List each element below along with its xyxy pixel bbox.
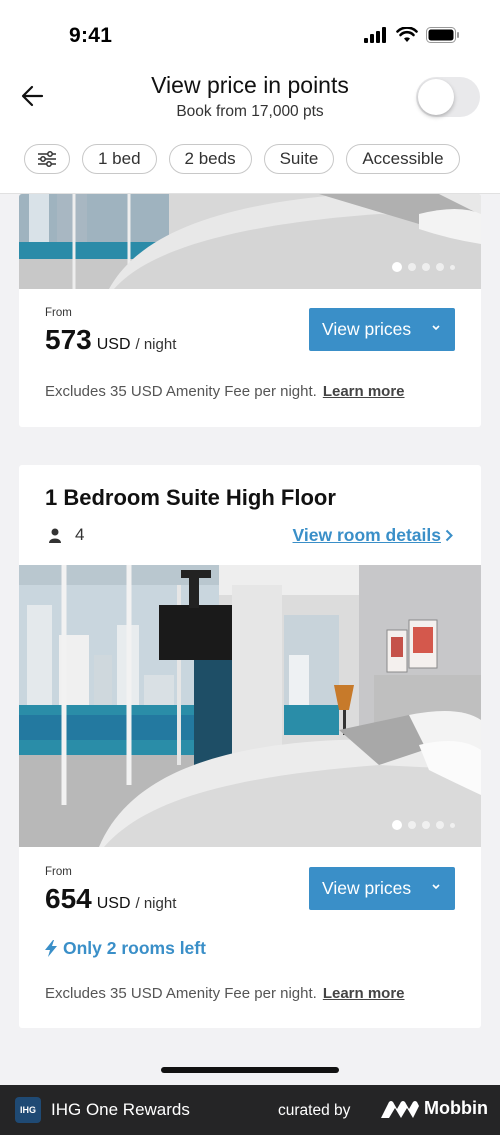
amenity-fee: Excludes 35 USD Amenity Fee per night. Le… (45, 383, 405, 400)
room-card-2: 1 Bedroom Suite High Floor 4 View room d… (19, 465, 481, 1028)
learn-more-link[interactable]: Learn more (323, 383, 405, 400)
status-bar: 9:41 (0, 0, 500, 70)
room-card-1: From 573 USD / night View prices Exclude… (19, 194, 481, 427)
learn-more-link[interactable]: Learn more (323, 985, 405, 1002)
view-prices-button[interactable]: View prices (309, 308, 455, 351)
guest-capacity: 4 (49, 525, 84, 545)
mobbin-brand: Mobbin (381, 1098, 488, 1119)
status-time: 9:41 (69, 24, 113, 47)
price-currency: USD (96, 336, 131, 353)
curated-by-label: curated by (278, 1102, 351, 1119)
room-photo[interactable] (19, 194, 481, 289)
wifi-icon (396, 27, 418, 42)
toggle-knob (418, 79, 454, 115)
chevron-down-icon (432, 884, 440, 890)
filter-button[interactable] (24, 144, 70, 174)
chevron-down-icon (432, 325, 440, 331)
person-icon (49, 528, 61, 543)
mobbin-logo-icon (381, 1100, 420, 1118)
sliders-icon (38, 151, 56, 167)
carousel-dots (392, 262, 455, 272)
guest-count: 4 (75, 525, 85, 544)
ihg-logo: IHG (15, 1097, 41, 1123)
footer-banner: IHG IHG One Rewards curated by Mobbin (0, 1085, 500, 1135)
view-room-details-label: View room details (292, 525, 441, 545)
cellular-signal-icon (364, 27, 386, 43)
from-label: From (45, 866, 72, 878)
status-icons (364, 27, 460, 43)
price-unit: / night (135, 336, 177, 353)
room-photo[interactable] (19, 565, 481, 847)
chevron-right-icon (445, 529, 453, 542)
room-title: 1 Bedroom Suite High Floor (45, 485, 336, 510)
from-label: From (45, 307, 72, 319)
price-unit: / night (135, 895, 177, 912)
availability-text: Only 2 rooms left (63, 938, 206, 958)
header: View price in points Book from 17,000 pt… (0, 70, 500, 194)
mobbin-text: Mobbin (424, 1098, 488, 1118)
amenity-fee-text: Excludes 35 USD Amenity Fee per night. (45, 985, 317, 1002)
chip-suite[interactable]: Suite (263, 144, 335, 174)
view-prices-label: View prices (322, 878, 412, 898)
points-toggle[interactable] (416, 77, 480, 117)
price-amount: 654 (45, 883, 92, 914)
amenity-fee: Excludes 35 USD Amenity Fee per night. Le… (45, 985, 405, 1002)
brand-name: IHG One Rewards (51, 1100, 190, 1119)
view-prices-label: View prices (322, 319, 412, 339)
amenity-fee-text: Excludes 35 USD Amenity Fee per night. (45, 383, 317, 400)
view-prices-button[interactable]: View prices (309, 867, 455, 910)
lightning-icon (45, 940, 57, 957)
view-room-details-link[interactable]: View room details (293, 525, 453, 546)
chip-2-beds[interactable]: 2 beds (168, 144, 252, 174)
availability-notice: Only 2 rooms left (45, 938, 206, 959)
price-currency: USD (96, 895, 131, 912)
price: 654 USD / night (45, 883, 176, 915)
battery-icon (426, 27, 459, 43)
filter-chips: 1 bed 2 beds Suite Accessible (24, 144, 460, 174)
chip-1-bed[interactable]: 1 bed (82, 144, 157, 174)
price-amount: 573 (45, 324, 92, 355)
price: 573 USD / night (45, 324, 176, 356)
home-indicator (161, 1067, 339, 1073)
carousel-dots (392, 820, 455, 830)
chip-accessible[interactable]: Accessible (346, 144, 460, 174)
